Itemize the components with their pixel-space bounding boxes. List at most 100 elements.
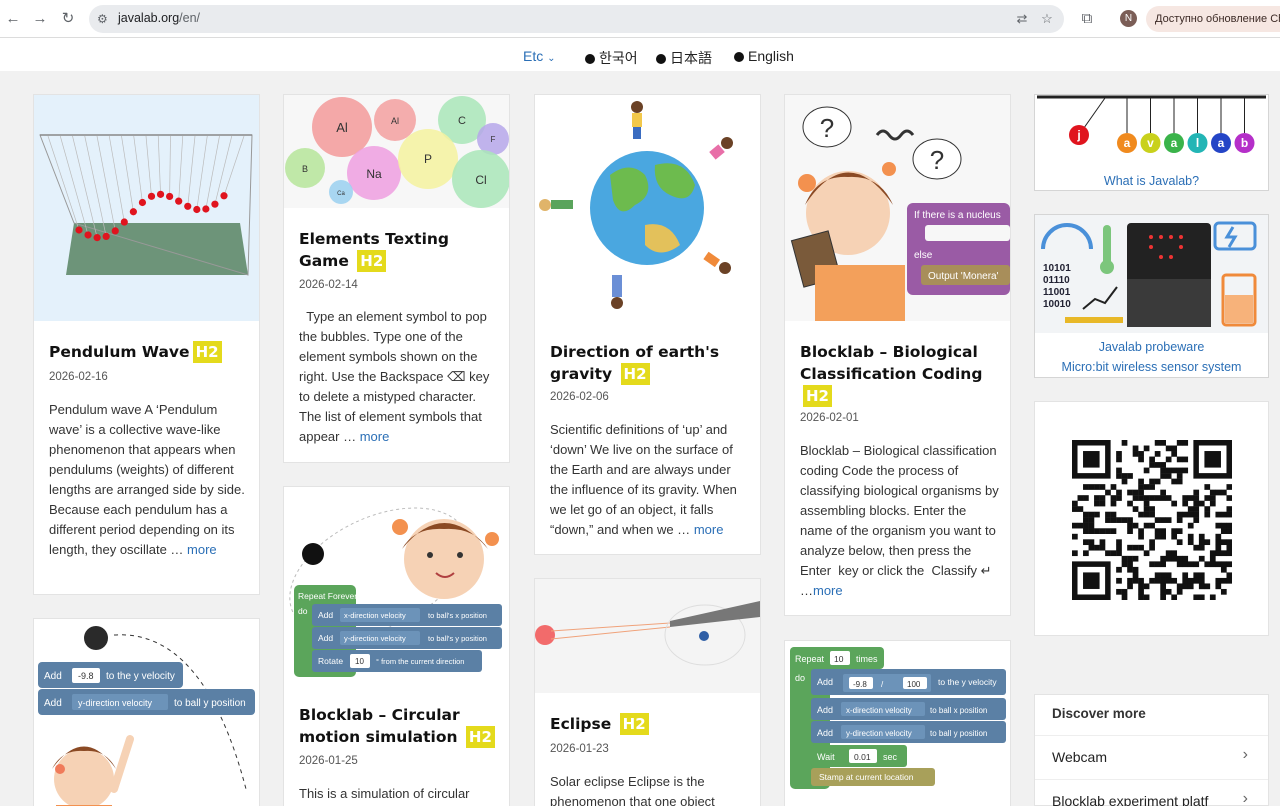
- profile-avatar[interactable]: N: [1120, 10, 1137, 27]
- probeware-illustration[interactable]: 10101 01110 11001 10010: [1035, 215, 1268, 333]
- qr-module: [1138, 456, 1144, 463]
- reload-icon[interactable]: ↻: [58, 9, 78, 29]
- post-thumbnail[interactable]: Repeat 10 times do Add -9.8 / 100 to the…: [785, 641, 1010, 806]
- qr-module: [1154, 517, 1161, 523]
- qr-module: [1171, 550, 1178, 557]
- qr-module: [1083, 522, 1089, 529]
- update-available-button[interactable]: Доступно обновление Ch: [1146, 6, 1280, 32]
- language-option-english[interactable]: English: [734, 48, 794, 64]
- url-text[interactable]: javalab.org/en/: [118, 11, 200, 25]
- level-badge: H2: [192, 341, 222, 363]
- language-option-korean[interactable]: 한국어: [585, 48, 638, 68]
- post-thumbnail[interactable]: [535, 579, 760, 693]
- post-thumbnail[interactable]: ? ? If there is a nucleus else Output 'M…: [785, 95, 1010, 321]
- block-label: Add: [817, 705, 833, 715]
- post-title[interactable]: Blocklab – Biological Classification Cod…: [800, 341, 1000, 407]
- qr-module: [1132, 572, 1139, 579]
- post-thumbnail[interactable]: [34, 95, 259, 321]
- post-title[interactable]: Eclipse H2: [550, 713, 750, 735]
- qr-code[interactable]: [1072, 440, 1232, 600]
- person-bottom-right: [703, 251, 731, 274]
- site-settings-icon[interactable]: ⚙: [97, 11, 113, 27]
- qr-module: [1160, 533, 1166, 540]
- qr-module: [1088, 522, 1095, 529]
- eye: [457, 552, 463, 558]
- qr-module: [1209, 561, 1216, 568]
- address-bar[interactable]: ⚙ javalab.org/en/ ⇄ ☆: [89, 5, 1064, 33]
- qr-module: [1116, 467, 1122, 474]
- forward-arrow-icon[interactable]: →: [30, 9, 50, 29]
- qr-module: [1094, 528, 1100, 534]
- qr-module: [1143, 484, 1150, 490]
- bubble-label: Cl: [475, 173, 486, 187]
- extensions-puzzle-icon[interactable]: ⧉: [1077, 9, 1097, 29]
- discover-item-webcam[interactable]: Webcam ›: [1035, 735, 1268, 777]
- qr-module: [1171, 500, 1178, 507]
- more-link[interactable]: more: [360, 429, 390, 444]
- qr-module: [1182, 583, 1189, 590]
- qr-module: [1149, 577, 1155, 584]
- block-label: Rotate: [318, 656, 343, 666]
- post-thumbnail[interactable]: Repeat Forever do Add x-direction veloci…: [284, 487, 509, 685]
- qr-module: [1193, 577, 1200, 584]
- qr-module: [1226, 522, 1232, 529]
- qr-module: [1160, 495, 1166, 501]
- logo-letter: j: [1076, 128, 1080, 142]
- qr-module: [1105, 489, 1111, 496]
- pendulum-bob: [120, 218, 128, 226]
- more-link[interactable]: more: [813, 583, 843, 598]
- language-option-japanese[interactable]: 日本語: [656, 48, 712, 68]
- bubble-label: Ca: [337, 191, 345, 197]
- block-value: -9.8: [78, 671, 94, 681]
- block-label: Add: [318, 633, 333, 643]
- qr-module: [1105, 517, 1111, 523]
- what-is-javalab-link[interactable]: What is Javalab?: [1035, 174, 1268, 188]
- qr-finder-core: [1083, 451, 1100, 468]
- discover-item-blocklab[interactable]: Blocklab experiment platf ›: [1035, 779, 1268, 806]
- qr-module: [1187, 583, 1194, 590]
- qr-module: [1121, 561, 1128, 568]
- post-excerpt: Type an element symbol to pop the bubble…: [299, 309, 493, 444]
- what-is-javalab-box: j a v a l a b What is Javalab?: [1034, 94, 1269, 191]
- qr-module: [1160, 594, 1166, 600]
- qr-module: [1215, 561, 1222, 568]
- qr-module: [1171, 533, 1178, 540]
- post-thumbnail[interactable]: Al Al C B Na P F Cl Ca: [284, 95, 509, 208]
- more-link[interactable]: more: [694, 522, 724, 537]
- bubble-label: Al: [336, 120, 348, 135]
- bookmark-star-icon[interactable]: ☆: [1038, 10, 1056, 28]
- post-title[interactable]: Direction of earth's gravity H2: [550, 341, 750, 385]
- binary-text: 01110: [1043, 275, 1070, 286]
- slider-bar: [1065, 317, 1123, 323]
- pendulum-string: [178, 135, 184, 202]
- block-label: Add: [318, 610, 333, 620]
- qr-module: [1083, 495, 1089, 501]
- pendulum-bob: [202, 205, 210, 213]
- chevron-down-icon: ⌄: [547, 53, 556, 64]
- post-title[interactable]: Pendulum Wave H2: [49, 341, 249, 363]
- qr-module: [1171, 478, 1178, 485]
- post-title[interactable]: Elements Texting Game H2: [299, 228, 499, 272]
- discover-item-label: Webcam: [1052, 749, 1107, 765]
- qr-module: [1077, 522, 1084, 529]
- back-arrow-icon[interactable]: ←: [3, 9, 23, 29]
- qr-module: [1149, 544, 1155, 551]
- shadow-cone: [670, 601, 760, 627]
- qr-module: [1088, 544, 1095, 551]
- logo-letter: a: [1171, 136, 1178, 150]
- qr-module: [1116, 577, 1122, 584]
- language-dropdown[interactable]: Etc ⌄: [523, 48, 556, 64]
- translate-icon[interactable]: ⇄: [1013, 10, 1031, 28]
- probeware-link[interactable]: Javalab probeware: [1035, 340, 1268, 354]
- post-thumbnail[interactable]: [535, 95, 760, 321]
- post-thumbnail[interactable]: Add -9.8 to the y velocity Add y-directi…: [34, 619, 259, 806]
- qr-module: [1121, 517, 1128, 523]
- block-label: to ball's y position: [428, 634, 487, 643]
- javalab-logo[interactable]: ja v a l a b: [1035, 95, 1268, 170]
- qr-module: [1226, 506, 1232, 512]
- qr-module: [1215, 583, 1222, 590]
- qr-module: [1116, 517, 1122, 523]
- more-link[interactable]: more: [187, 542, 217, 557]
- probeware-subtitle-link[interactable]: Micro:bit wireless sensor system: [1035, 360, 1268, 374]
- post-title[interactable]: Blocklab – Circular motion simulation H2: [299, 704, 499, 748]
